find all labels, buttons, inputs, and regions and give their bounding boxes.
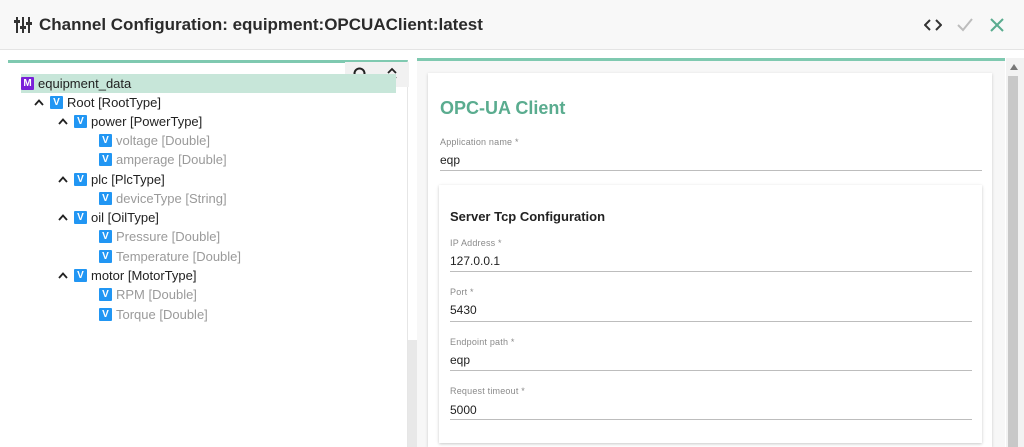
request-timeout-input[interactable]: 5000 [450, 403, 477, 417]
variable-badge: V [99, 134, 112, 147]
port-underline [450, 321, 972, 322]
save-button[interactable] [954, 14, 976, 36]
tree-node-label: Root [RootType] [67, 95, 161, 110]
tree-node-label: motor [MotorType] [91, 268, 197, 283]
endpoint-path-underline [450, 370, 972, 371]
tree-node-label: plc [PlcType] [91, 172, 165, 187]
application-name-input[interactable]: eqp [440, 153, 460, 167]
port-input[interactable]: 5430 [450, 303, 477, 317]
scrollbar-thumb[interactable] [1008, 76, 1018, 447]
dialog-title: Channel Configuration: equipment:OPCUACl… [39, 15, 483, 34]
chevron-up-icon[interactable] [56, 115, 70, 129]
ip-address-underline [450, 271, 972, 272]
tree-leaf-label: voltage [Double] [116, 133, 210, 148]
check-icon [957, 18, 973, 32]
tree-node-plc[interactable]: V plc [PlcType] [56, 170, 165, 189]
tree-node-label: power [PowerType] [91, 114, 203, 129]
chevron-up-icon[interactable] [56, 173, 70, 187]
tree-leaf-label: Torque [Double] [116, 307, 208, 322]
request-timeout-underline [450, 419, 972, 420]
variable-badge: V [99, 288, 112, 301]
application-name-underline [440, 170, 982, 171]
server-tcp-title: Server Tcp Configuration [450, 209, 606, 224]
tree-leaf-devicetype[interactable]: V deviceType [String] [99, 189, 227, 208]
application-name-label: Application name * [440, 137, 519, 147]
request-timeout-label: Request timeout * [450, 386, 525, 396]
variable-badge: V [99, 230, 112, 243]
variable-badge: V [99, 250, 112, 263]
model-badge: M [21, 77, 34, 90]
variable-badge: V [99, 192, 112, 205]
close-icon [990, 18, 1004, 32]
tree-leaf-label: RPM [Double] [116, 287, 197, 302]
port-label: Port * [450, 287, 474, 297]
form-title: OPC-UA Client [440, 98, 566, 118]
tree-root-equipment-data[interactable]: M equipment_data [21, 74, 396, 93]
tree-leaf-label: Temperature [Double] [116, 249, 242, 264]
ip-address-label: IP Address * [450, 238, 502, 248]
tree-node-power[interactable]: V power [PowerType] [56, 112, 202, 131]
sliders-icon [14, 17, 32, 33]
tree-leaf-voltage[interactable]: V voltage [Double] [99, 131, 210, 150]
tree-node-motor[interactable]: V motor [MotorType] [56, 266, 196, 285]
tree-leaf-rpm[interactable]: V RPM [Double] [99, 285, 197, 304]
dialog-header: Channel Configuration: equipment:OPCUACl… [0, 0, 1024, 50]
chevron-up-icon[interactable] [32, 96, 46, 110]
tree-node-oil[interactable]: V oil [OilType] [56, 208, 159, 227]
variable-badge: V [74, 173, 87, 186]
endpoint-path-label: Endpoint path * [450, 337, 515, 347]
variable-badge: V [99, 308, 112, 321]
variable-badge: V [74, 269, 87, 282]
code-view-button[interactable] [922, 14, 944, 36]
chevron-up-icon[interactable] [56, 211, 70, 225]
chevron-up-icon[interactable] [56, 269, 70, 283]
tree-leaf-torque[interactable]: V Torque [Double] [99, 305, 208, 324]
tree-leaf-pressure[interactable]: V Pressure [Double] [99, 227, 220, 246]
tree-leaf-label: deviceType [String] [116, 191, 227, 206]
tree-leaf-amperage[interactable]: V amperage [Double] [99, 150, 227, 169]
tree-leaf-label: Pressure [Double] [116, 229, 221, 244]
endpoint-path-input[interactable]: eqp [450, 353, 470, 367]
variable-badge: V [74, 211, 87, 224]
code-icon [924, 19, 942, 31]
variable-badge: V [74, 115, 87, 128]
tree-leaf-temperature[interactable]: V Temperature [Double] [99, 247, 241, 266]
tree-node-root[interactable]: V Root [RootType] [32, 93, 161, 112]
variable-badge: V [99, 153, 112, 166]
ip-address-input[interactable]: 127.0.0.1 [450, 254, 500, 268]
variable-badge: V [50, 96, 63, 109]
tree-node-label: oil [OilType] [91, 210, 159, 225]
tree-node-label: equipment_data [38, 76, 132, 91]
config-scrollbar[interactable] [1006, 58, 1024, 447]
scroll-up-icon[interactable] [1009, 63, 1019, 71]
close-button[interactable] [986, 14, 1008, 36]
tree-leaf-label: amperage [Double] [116, 152, 227, 167]
